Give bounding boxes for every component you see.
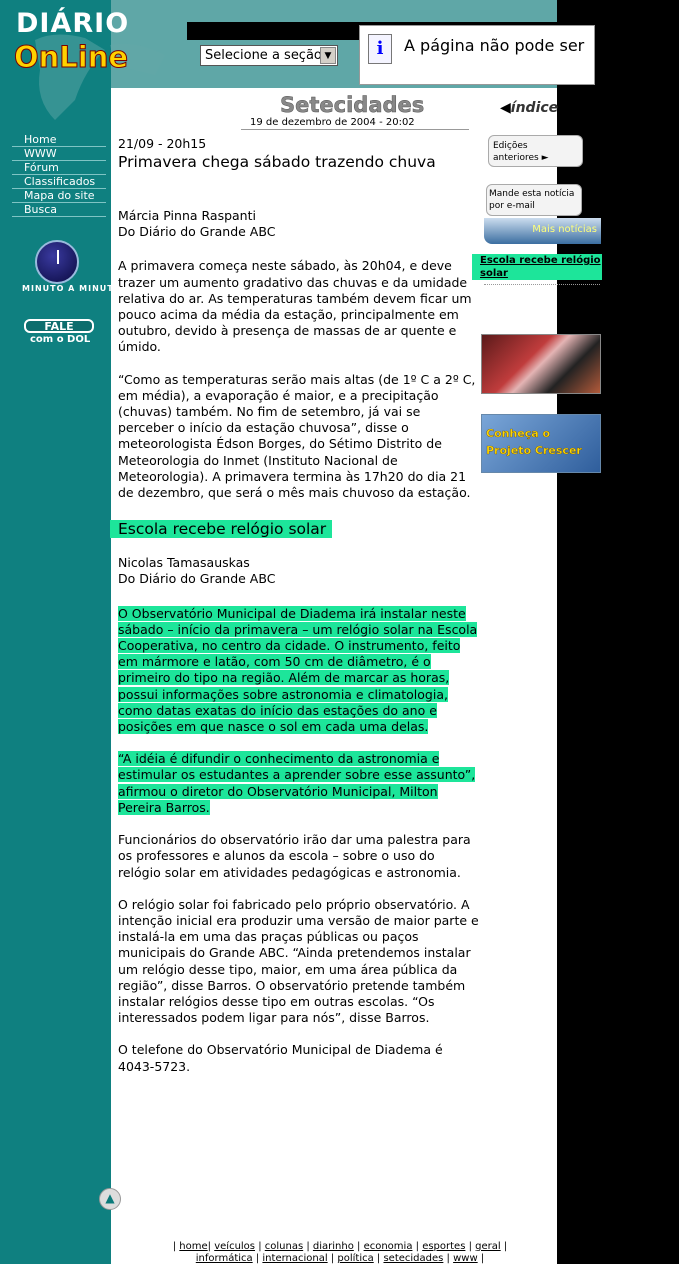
edicoes-anteriores-button[interactable]: Edições anteriores ► xyxy=(488,135,583,167)
article-paragraph: A primavera começa neste sábado, às 20h0… xyxy=(118,258,472,355)
fale-sub-label[interactable]: com o DOL xyxy=(30,334,90,345)
footer-link-esportes[interactable]: esportes xyxy=(422,1241,465,1252)
sidebar-item-forum[interactable]: Fórum xyxy=(12,161,106,175)
crescer-label-2: Projeto Crescer xyxy=(486,444,582,457)
footer-row-1: | home| veículos | colunas | diarinho | … xyxy=(172,1241,508,1252)
mais-noticias-label: Mais notícias xyxy=(532,224,597,235)
error-frame: i A página não pode ser xyxy=(359,25,595,85)
footer-link-informatica[interactable]: informática xyxy=(196,1253,253,1264)
article2-paragraph: “A idéia é difundir o conhecimento da as… xyxy=(118,751,480,816)
sidebar-item-home[interactable]: Home xyxy=(12,133,106,147)
chevron-down-icon[interactable]: ▼ xyxy=(320,47,336,64)
sidebar-item-busca[interactable]: Busca xyxy=(12,203,106,217)
sidebar-item-mapa[interactable]: Mapa do site xyxy=(12,189,106,203)
article2-author: Nicolas Tamasauskas xyxy=(118,555,250,571)
article2-headline-text: Escola recebe relógio solar xyxy=(110,520,333,539)
logo-online[interactable]: OnLine xyxy=(13,40,128,75)
footer-link-geral[interactable]: geral xyxy=(475,1241,501,1252)
footer-link-colunas[interactable]: colunas xyxy=(265,1241,303,1252)
article2-paragraph: Funcionários do observatório irão dar um… xyxy=(118,832,471,880)
promo-photo[interactable] xyxy=(481,334,601,394)
escola-link[interactable]: Escola recebe relógio solar xyxy=(472,254,602,280)
arrow-up-icon[interactable]: ▲ xyxy=(99,1188,121,1210)
fale-button[interactable]: FALE xyxy=(24,319,94,333)
clock-hand xyxy=(57,250,59,264)
article2-paragraph: O relógio solar foi fabricado pelo própr… xyxy=(118,896,479,1026)
edicoes-label: Edições xyxy=(493,141,528,151)
highlighted-text: “A idéia é difundir o conhecimento da as… xyxy=(118,751,476,815)
crescer-label: Conheça o xyxy=(486,427,551,440)
minuto-a-minuto-label[interactable]: MINUTO A MINUTO xyxy=(22,284,122,293)
index-link[interactable]: ◀índice xyxy=(500,100,558,116)
footer-link-politica[interactable]: política xyxy=(337,1253,373,1264)
clock-icon[interactable] xyxy=(35,240,79,284)
footer-link-www[interactable]: www xyxy=(453,1253,478,1264)
section-date: 19 de dezembro de 2004 - 20:02 xyxy=(250,117,415,128)
highlighted-text: O Observatório Municipal de Diadema irá … xyxy=(118,605,478,735)
sidebar-nav: Home WWW Fórum Classificados Mapa do sit… xyxy=(12,133,106,217)
footer-link-veiculos[interactable]: veículos xyxy=(214,1241,255,1252)
divider xyxy=(241,129,469,130)
article2-headline: Escola recebe relógio solar xyxy=(110,519,480,539)
footer-link-internacional[interactable]: internacional xyxy=(262,1253,327,1264)
footer-link-setecidades[interactable]: setecidades xyxy=(383,1253,443,1264)
article-paragraph: “Como as temperaturas serão mais altas (… xyxy=(118,371,476,501)
footer-links: | home| veículos | colunas | diarinho | … xyxy=(130,1241,550,1265)
section-select[interactable]: Selecione a seção ▼ xyxy=(200,45,338,66)
footer-link-economia[interactable]: economia xyxy=(364,1241,413,1252)
error-message: A página não pode ser xyxy=(404,36,585,55)
mande-label-2: por e-mail xyxy=(489,201,535,211)
logo-diario[interactable]: DIÁRIO xyxy=(16,8,129,39)
edicoes-label-2: anteriores ► xyxy=(493,153,549,163)
article2-paragraph: O telefone do Observatório Municipal de … xyxy=(118,1042,443,1074)
footer-link-diarinho[interactable]: diarinho xyxy=(313,1241,354,1252)
article-author: Márcia Pinna Raspanti xyxy=(118,208,256,223)
sidebar-item-classificados[interactable]: Classificados xyxy=(12,175,106,189)
sidebar-item-www[interactable]: WWW xyxy=(12,147,106,161)
footer-link-home[interactable]: home xyxy=(179,1241,207,1252)
mais-noticias-button[interactable]: Mais notícias xyxy=(484,218,601,244)
projeto-crescer-banner[interactable]: Conheça o Projeto Crescer xyxy=(481,414,601,473)
article2-paragraph: O Observatório Municipal de Diadema irá … xyxy=(118,605,480,736)
article2-source: Do Diário do Grande ABC xyxy=(118,571,276,587)
index-label: índice xyxy=(510,100,559,116)
arrow-left-icon: ◀ xyxy=(500,100,511,116)
mande-label: Mande esta notícia xyxy=(489,189,575,199)
info-icon: i xyxy=(368,34,392,64)
email-news-button[interactable]: Mande esta notícia por e-mail xyxy=(486,184,582,216)
section-title: Setecidades xyxy=(280,93,425,118)
article-datetime: 21/09 - 20h15 xyxy=(118,136,207,151)
section-select-value: Selecione a seção xyxy=(205,48,322,63)
article-headline: Primavera chega sábado trazendo chuva xyxy=(118,153,436,171)
footer-row-2: informática | internacional | política |… xyxy=(195,1253,485,1264)
article-body: 21/09 - 20h15 Primavera chega sábado tra… xyxy=(110,136,480,1075)
article-source: Do Diário do Grande ABC xyxy=(118,224,276,240)
divider xyxy=(484,284,600,285)
